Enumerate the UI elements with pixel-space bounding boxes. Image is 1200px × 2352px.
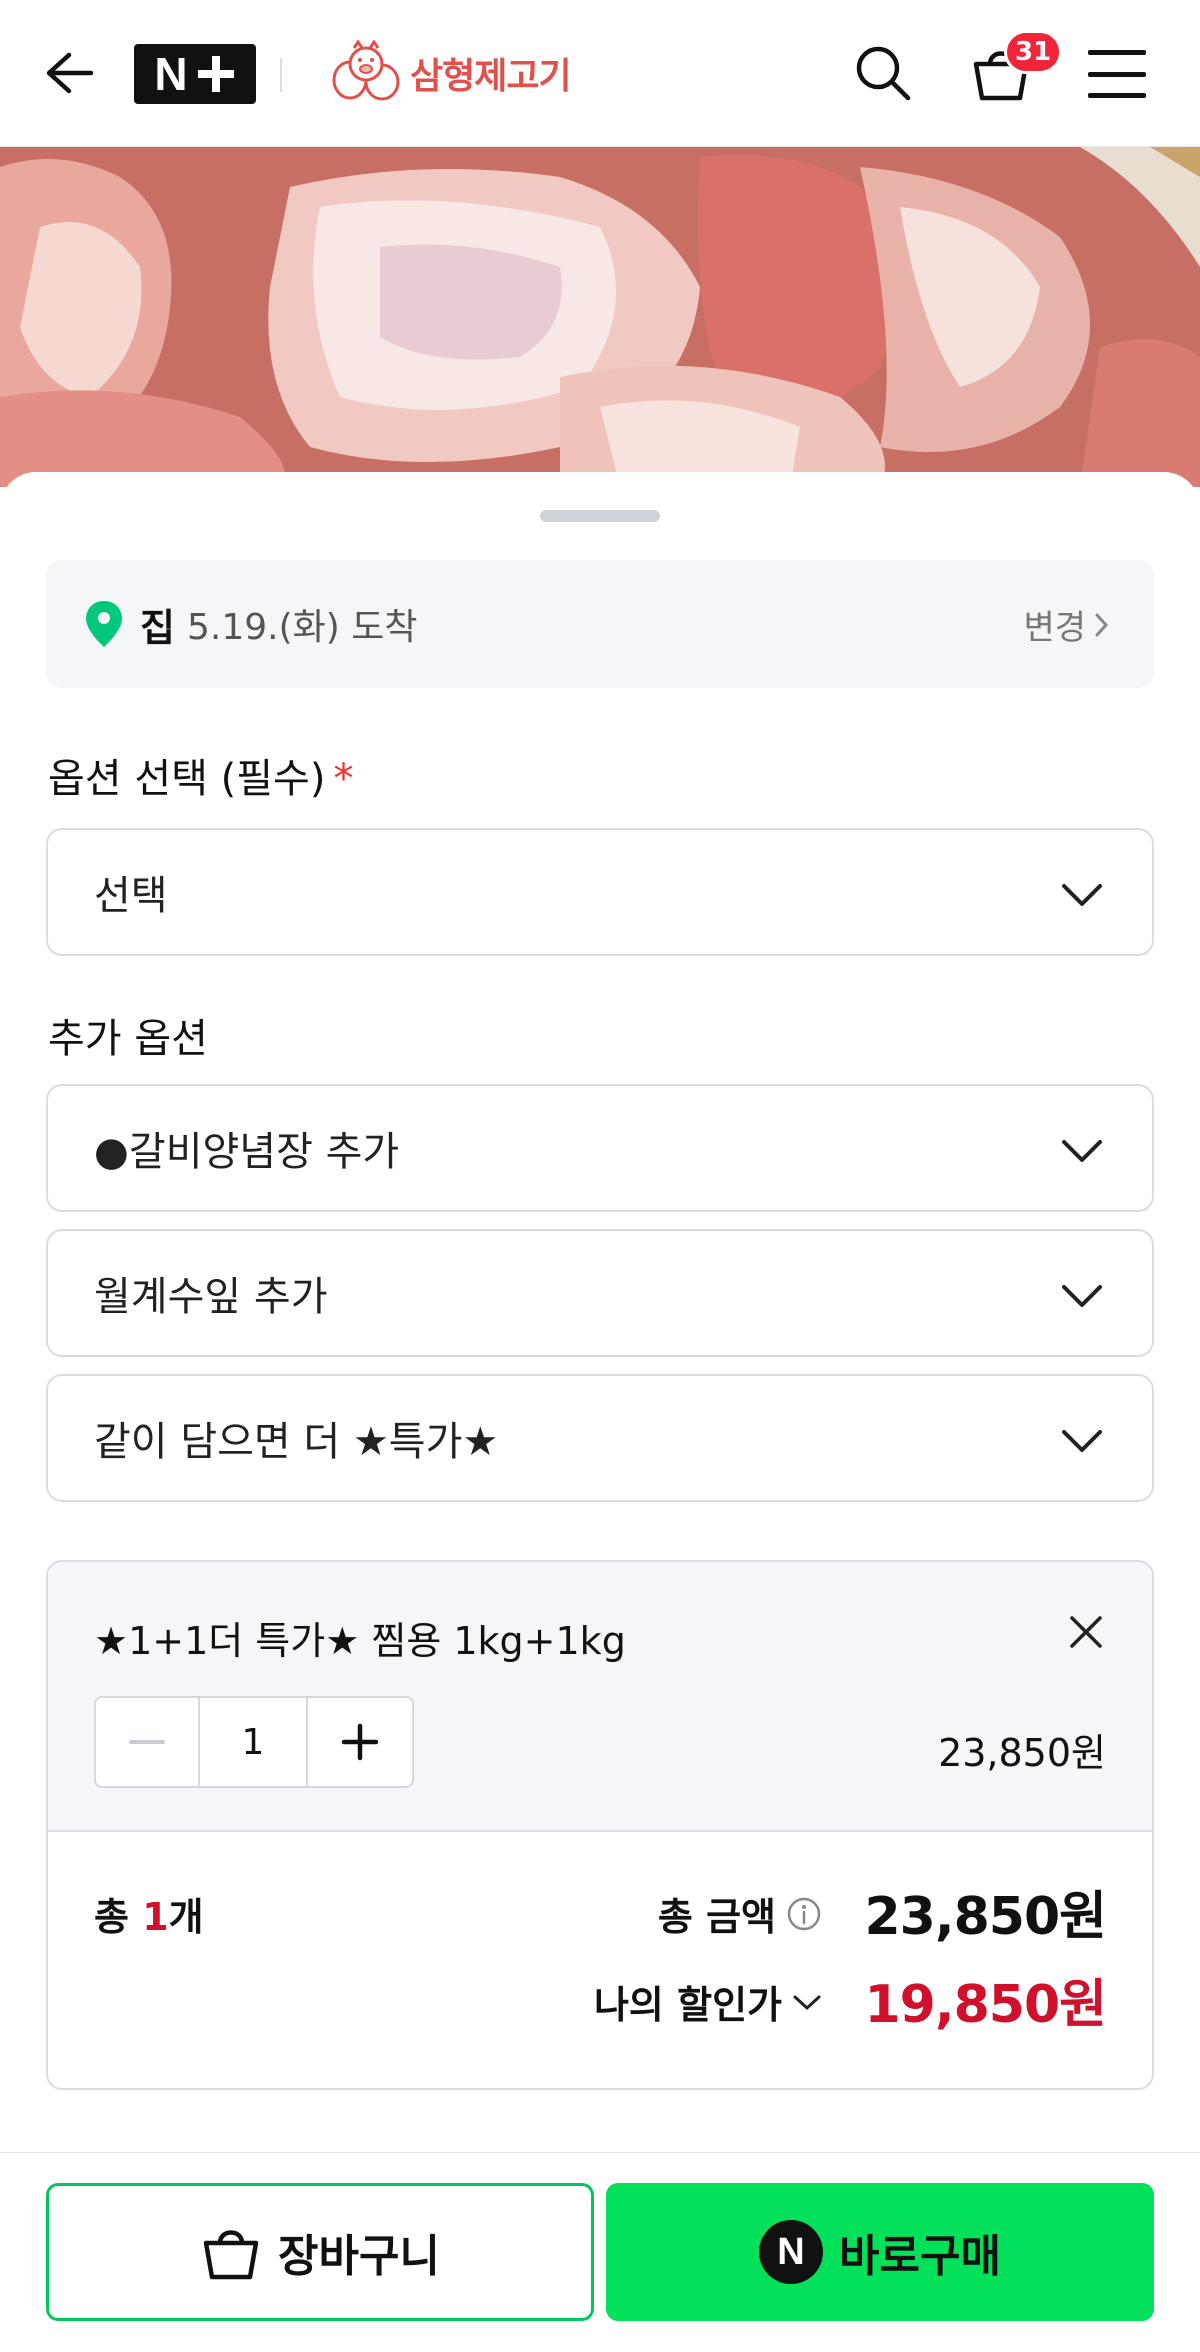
discount-label-text: 나의 할인가: [593, 1983, 782, 2027]
info-icon[interactable]: [786, 1896, 822, 1932]
quantity-value[interactable]: 1: [200, 1698, 308, 1786]
required-option-title: 옵션 선택 (필수) *: [48, 746, 353, 804]
additional-option-select-sauce[interactable]: ●갈비양념장 추가: [46, 1084, 1154, 1212]
select-value: ●갈비양념장 추가: [94, 1129, 400, 1175]
required-option-select[interactable]: 선택: [46, 828, 1154, 956]
plus-icon: [341, 1723, 379, 1761]
product-option-page: N 삼형제고기 31 집 5.19.(화) 도착 변경 옵션 선택 (필수) *…: [0, 0, 1200, 2352]
total-count-suffix: 개: [168, 1895, 204, 1939]
store-logo[interactable]: 삼형제고기: [328, 40, 572, 106]
change-address-button[interactable]: 변경: [1023, 600, 1110, 649]
buy-now-label: 바로구매: [839, 2231, 1001, 2282]
close-icon[interactable]: [1066, 1612, 1106, 1652]
chevron-down-icon: [1062, 1430, 1102, 1452]
delivery-info: 집 5.19.(화) 도착 변경: [46, 560, 1154, 688]
my-discount-toggle[interactable]: 나의 할인가: [594, 1974, 822, 2029]
total-count-prefix: 총: [94, 1895, 143, 1939]
buy-now-button[interactable]: N 바로구매: [606, 2183, 1154, 2321]
bottom-action-bar: 장바구니 N 바로구매: [0, 2152, 1200, 2352]
add-to-cart-button[interactable]: 장바구니: [46, 2183, 594, 2321]
change-label: 변경: [1023, 608, 1086, 648]
delivery-place: 집: [140, 605, 175, 650]
discount-price: 19,850원: [864, 1975, 1107, 2035]
total-count: 총 1개: [94, 1886, 204, 1941]
delivery-date: 5.19.(화) 도착: [186, 607, 418, 648]
cart-count-badge: 31: [1004, 30, 1063, 74]
additional-option-select-bayleaf[interactable]: 월계수잎 추가: [46, 1229, 1154, 1357]
select-value: 같이 담으면 더 ★특가★: [94, 1419, 499, 1465]
pork-ribs-photo: [0, 147, 1200, 487]
menu-bar: [1088, 93, 1146, 98]
chevron-down-icon: [1062, 1140, 1102, 1162]
selected-item-row: ★1+1더 특가★ 찜용 1kg+1kg 1 23,850원: [48, 1562, 1152, 1832]
required-option-title-text: 옵션 선택 (필수): [48, 756, 326, 802]
add-to-cart-label: 장바구니: [278, 2231, 440, 2282]
store-name: 삼형제고기: [410, 56, 572, 97]
plus-icon: [196, 54, 236, 94]
selected-item-name: ★1+1더 특가★ 찜용 1kg+1kg: [94, 1619, 626, 1663]
product-image: [0, 147, 1200, 487]
additional-option-select-bundle[interactable]: 같이 담으면 더 ★특가★: [46, 1374, 1154, 1502]
arrow-left-icon: [46, 52, 94, 94]
selected-item-price: 23,850원: [938, 1731, 1106, 1775]
back-button[interactable]: [40, 44, 98, 102]
menu-bar: [1088, 71, 1146, 77]
logo-letter: N: [154, 48, 190, 100]
search-icon: [856, 46, 911, 101]
total-count-number: 1: [142, 1895, 169, 1939]
pig-mascot-icon: [332, 40, 400, 101]
select-value: 선택: [94, 873, 168, 919]
naver-plus-logo[interactable]: N: [134, 44, 256, 104]
menu-bar: [1088, 50, 1146, 55]
required-star: *: [333, 756, 354, 802]
quantity-stepper: 1: [94, 1696, 414, 1788]
header-divider: [280, 58, 282, 92]
total-amount: 23,850원: [864, 1887, 1107, 1947]
shopping-bag-icon: [203, 2230, 259, 2280]
top-header: N 삼형제고기 31: [0, 0, 1200, 147]
sheet-drag-handle[interactable]: [540, 510, 660, 522]
decrease-quantity-button[interactable]: [96, 1698, 200, 1786]
selected-item-card: ★1+1더 특가★ 찜용 1kg+1kg 1 23,850원 총 1개 총 금액…: [46, 1560, 1154, 2090]
total-amount-label-text: 총 금액: [657, 1895, 776, 1939]
increase-quantity-button[interactable]: [308, 1698, 412, 1786]
naver-pay-icon: N: [759, 2220, 824, 2284]
select-value: 월계수잎 추가: [94, 1274, 328, 1320]
location-pin-icon: [86, 601, 122, 647]
additional-option-title: 추가 옵션: [48, 1016, 208, 1062]
menu-button[interactable]: [1086, 46, 1148, 102]
chevron-down-icon: [793, 1995, 821, 2010]
search-button[interactable]: [850, 40, 916, 106]
option-sheet: 집 5.19.(화) 도착 변경 옵션 선택 (필수) * 선택 추가 옵션 ●갈…: [0, 472, 1200, 2352]
minus-icon: [129, 1740, 165, 1744]
chevron-down-icon: [1062, 884, 1102, 906]
chevron-right-icon: [1095, 613, 1109, 636]
total-amount-label: 총 금액: [658, 1886, 822, 1941]
chevron-down-icon: [1062, 1285, 1102, 1307]
